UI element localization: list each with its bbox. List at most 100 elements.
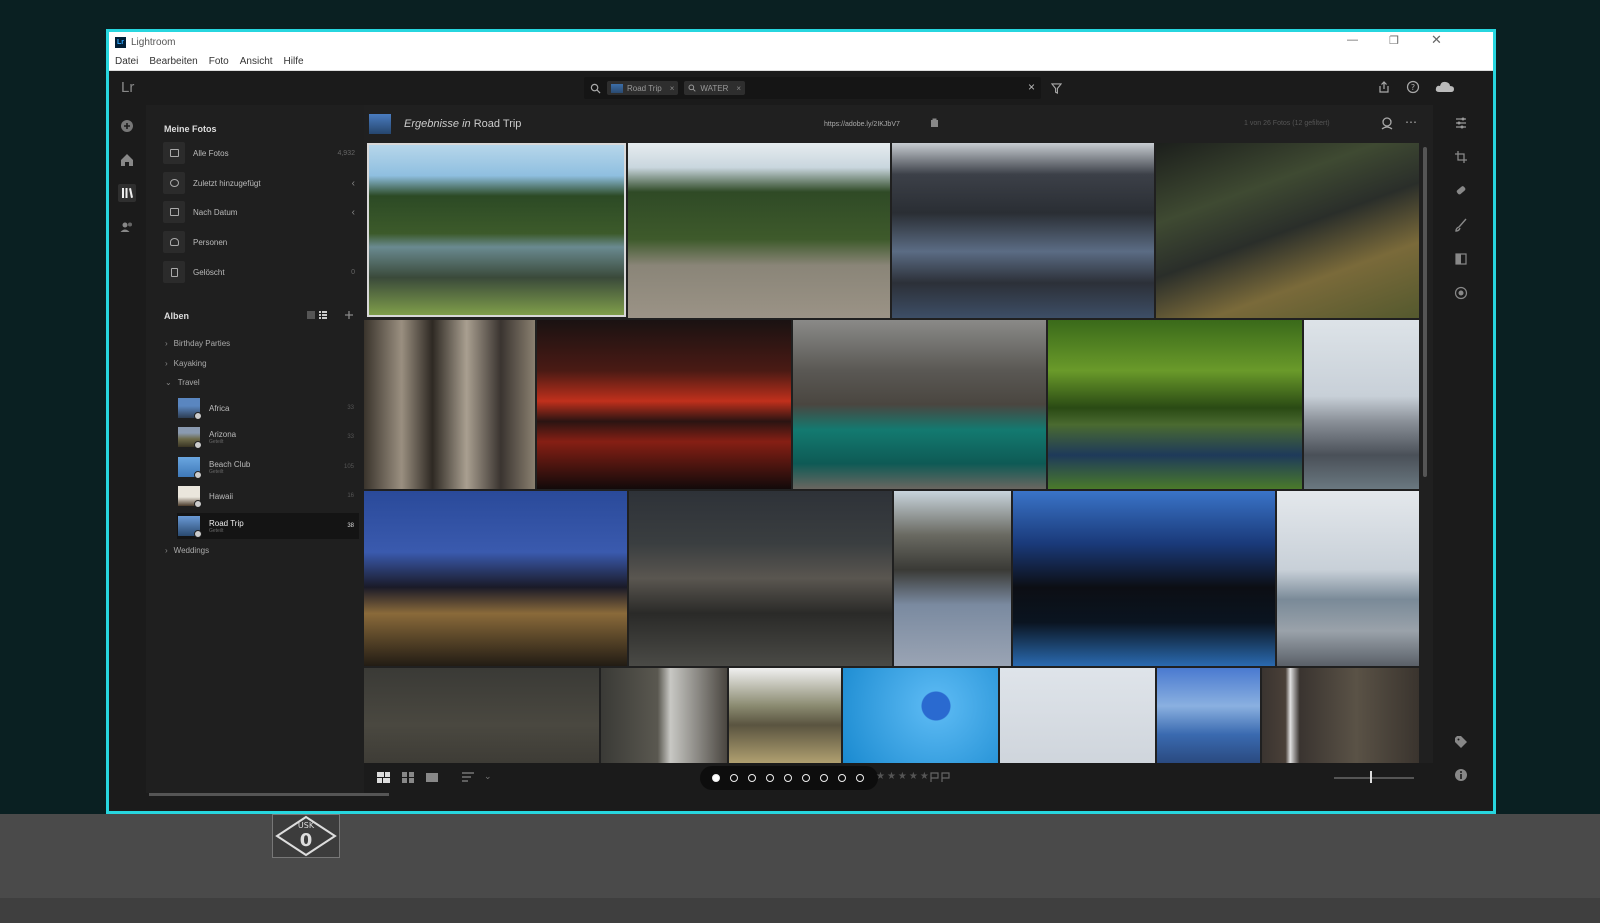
- album-road-trip[interactable]: Road Trip Geteilt 38: [177, 513, 359, 539]
- photo-thumbnail[interactable]: [1262, 668, 1419, 763]
- photo-thumbnail[interactable]: [1048, 320, 1302, 489]
- photo-thumbnail[interactable]: [364, 668, 599, 763]
- help-icon[interactable]: ?: [1406, 80, 1420, 94]
- photo-thumbnail[interactable]: [793, 320, 1046, 489]
- people-icon[interactable]: [118, 218, 136, 236]
- home-icon[interactable]: [118, 151, 136, 169]
- photo-thumbnail[interactable]: [628, 143, 890, 318]
- share-link[interactable]: https://adobe.ly/2IKJbV7: [824, 121, 900, 128]
- photo-count: 1 von 26 Fotos (12 gefiltert): [1244, 120, 1330, 127]
- flag-icon[interactable]: [930, 772, 952, 783]
- nav-recently-added[interactable]: Zuletzt hinzugefügt ‹: [163, 172, 359, 194]
- chevron-left-icon[interactable]: ‹: [352, 178, 355, 189]
- photo-thumbnail[interactable]: [1277, 491, 1419, 666]
- photo-thumbnail[interactable]: [1000, 668, 1155, 763]
- maximize-icon[interactable]: ❐: [1389, 34, 1399, 47]
- folder-label: Travel: [177, 378, 200, 387]
- photo-thumbnail[interactable]: [729, 668, 841, 763]
- add-album-icon[interactable]: [344, 310, 354, 320]
- copy-link-icon[interactable]: [930, 118, 939, 128]
- album-africa[interactable]: Africa 33: [177, 395, 359, 421]
- slideshow-pager[interactable]: [700, 766, 878, 790]
- menu-foto[interactable]: Foto: [209, 56, 229, 67]
- photo-thumbnail[interactable]: [892, 143, 1154, 318]
- photo-thumbnail[interactable]: [537, 320, 791, 489]
- close-icon[interactable]: ✕: [1431, 32, 1442, 48]
- content-header: Ergebnisse in Road Trip https://adobe.ly…: [364, 105, 1433, 142]
- pager-dot[interactable]: [784, 774, 792, 782]
- square-grid-icon[interactable]: [377, 772, 390, 783]
- photo-thumbnail[interactable]: [1304, 320, 1419, 489]
- chip-remove-icon[interactable]: ×: [736, 84, 741, 93]
- album-hawaii[interactable]: Hawaii 16: [177, 483, 359, 509]
- people-filter-icon[interactable]: [1380, 116, 1394, 130]
- info-icon[interactable]: [1454, 768, 1468, 782]
- search-chip-album[interactable]: Road Trip ×: [607, 81, 679, 95]
- photo-thumbnail[interactable]: [894, 491, 1011, 666]
- photo-thumbnail[interactable]: [629, 491, 892, 666]
- photo-thumbnail[interactable]: [601, 668, 727, 763]
- menu-hilfe[interactable]: Hilfe: [284, 56, 304, 67]
- pager-dot[interactable]: [856, 774, 864, 782]
- pager-dot[interactable]: [802, 774, 810, 782]
- pager-dot[interactable]: [838, 774, 846, 782]
- pager-dot[interactable]: [766, 774, 774, 782]
- folder-birthday-parties[interactable]: › Birthday Parties: [165, 339, 230, 348]
- radial-gradient-icon[interactable]: [1454, 286, 1468, 300]
- search-bar[interactable]: Road Trip × WATER × ×: [584, 77, 1041, 99]
- share-icon[interactable]: [1377, 80, 1391, 94]
- list-view-icon[interactable]: [318, 310, 328, 320]
- photo-grid-icon[interactable]: [402, 772, 414, 783]
- scrollbar-thumb[interactable]: [1423, 147, 1427, 477]
- healing-brush-icon[interactable]: [1454, 184, 1468, 198]
- photo-thumbnail[interactable]: [1156, 143, 1419, 318]
- nav-all-photos[interactable]: Alle Fotos 4,932: [163, 142, 359, 164]
- menu-bearbeiten[interactable]: Bearbeiten: [149, 56, 197, 67]
- library-icon[interactable]: [118, 184, 136, 202]
- search-chip-keyword[interactable]: WATER ×: [684, 81, 746, 95]
- star-rating[interactable]: ★★★★★: [876, 771, 931, 782]
- nav-by-date[interactable]: Nach Datum ‹: [163, 201, 359, 223]
- grid-scrollbar[interactable]: [1419, 142, 1433, 763]
- filter-icon[interactable]: [1051, 83, 1062, 94]
- cloud-icon[interactable]: [1435, 80, 1455, 94]
- pager-dot[interactable]: [730, 774, 738, 782]
- edit-sliders-icon[interactable]: [1454, 116, 1468, 130]
- chip-remove-icon[interactable]: ×: [670, 84, 675, 93]
- zoom-slider[interactable]: [1334, 777, 1414, 779]
- sort-icon[interactable]: [462, 772, 476, 783]
- menu-ansicht[interactable]: Ansicht: [240, 56, 273, 67]
- pager-dot[interactable]: [748, 774, 756, 782]
- window-bottom: [109, 793, 1493, 811]
- folder-travel[interactable]: ⌄ Travel: [165, 378, 200, 387]
- folder-kayaking[interactable]: › Kayaking: [165, 359, 207, 368]
- pager-dot[interactable]: [712, 774, 720, 782]
- grid-view-icon[interactable]: [306, 310, 316, 320]
- linear-gradient-icon[interactable]: [1454, 252, 1468, 266]
- photo-thumbnail[interactable]: [367, 143, 626, 317]
- crop-icon[interactable]: [1454, 150, 1468, 164]
- minimize-icon[interactable]: —: [1347, 34, 1358, 46]
- folder-weddings[interactable]: › Weddings: [165, 546, 209, 555]
- detail-view-icon[interactable]: [426, 772, 438, 783]
- chevron-left-icon[interactable]: ‹: [352, 207, 355, 218]
- clear-search-icon[interactable]: ×: [1028, 80, 1035, 94]
- pager-dot[interactable]: [820, 774, 828, 782]
- menu-datei[interactable]: Datei: [115, 56, 138, 67]
- chevron-down-icon[interactable]: ⌄: [484, 771, 492, 782]
- keyword-tag-icon[interactable]: [1454, 735, 1468, 749]
- album-arizona[interactable]: Arizona Geteilt 33: [177, 424, 359, 450]
- photo-thumbnail[interactable]: [364, 491, 627, 666]
- more-options-icon[interactable]: ⋯: [1405, 115, 1417, 129]
- brush-icon[interactable]: [1454, 218, 1468, 232]
- photo-thumbnail[interactable]: [1157, 668, 1260, 763]
- photo-thumbnail[interactable]: [843, 668, 998, 763]
- nav-count: 4,932: [337, 149, 355, 157]
- nav-deleted[interactable]: Gelöscht 0: [163, 261, 359, 283]
- add-icon[interactable]: [118, 117, 136, 135]
- zoom-slider-handle[interactable]: [1370, 771, 1372, 783]
- photo-thumbnail[interactable]: [364, 320, 535, 489]
- nav-people[interactable]: Personen: [163, 231, 359, 253]
- album-beach-club[interactable]: Beach Club Geteilt 105: [177, 454, 359, 480]
- photo-thumbnail[interactable]: [1013, 491, 1275, 666]
